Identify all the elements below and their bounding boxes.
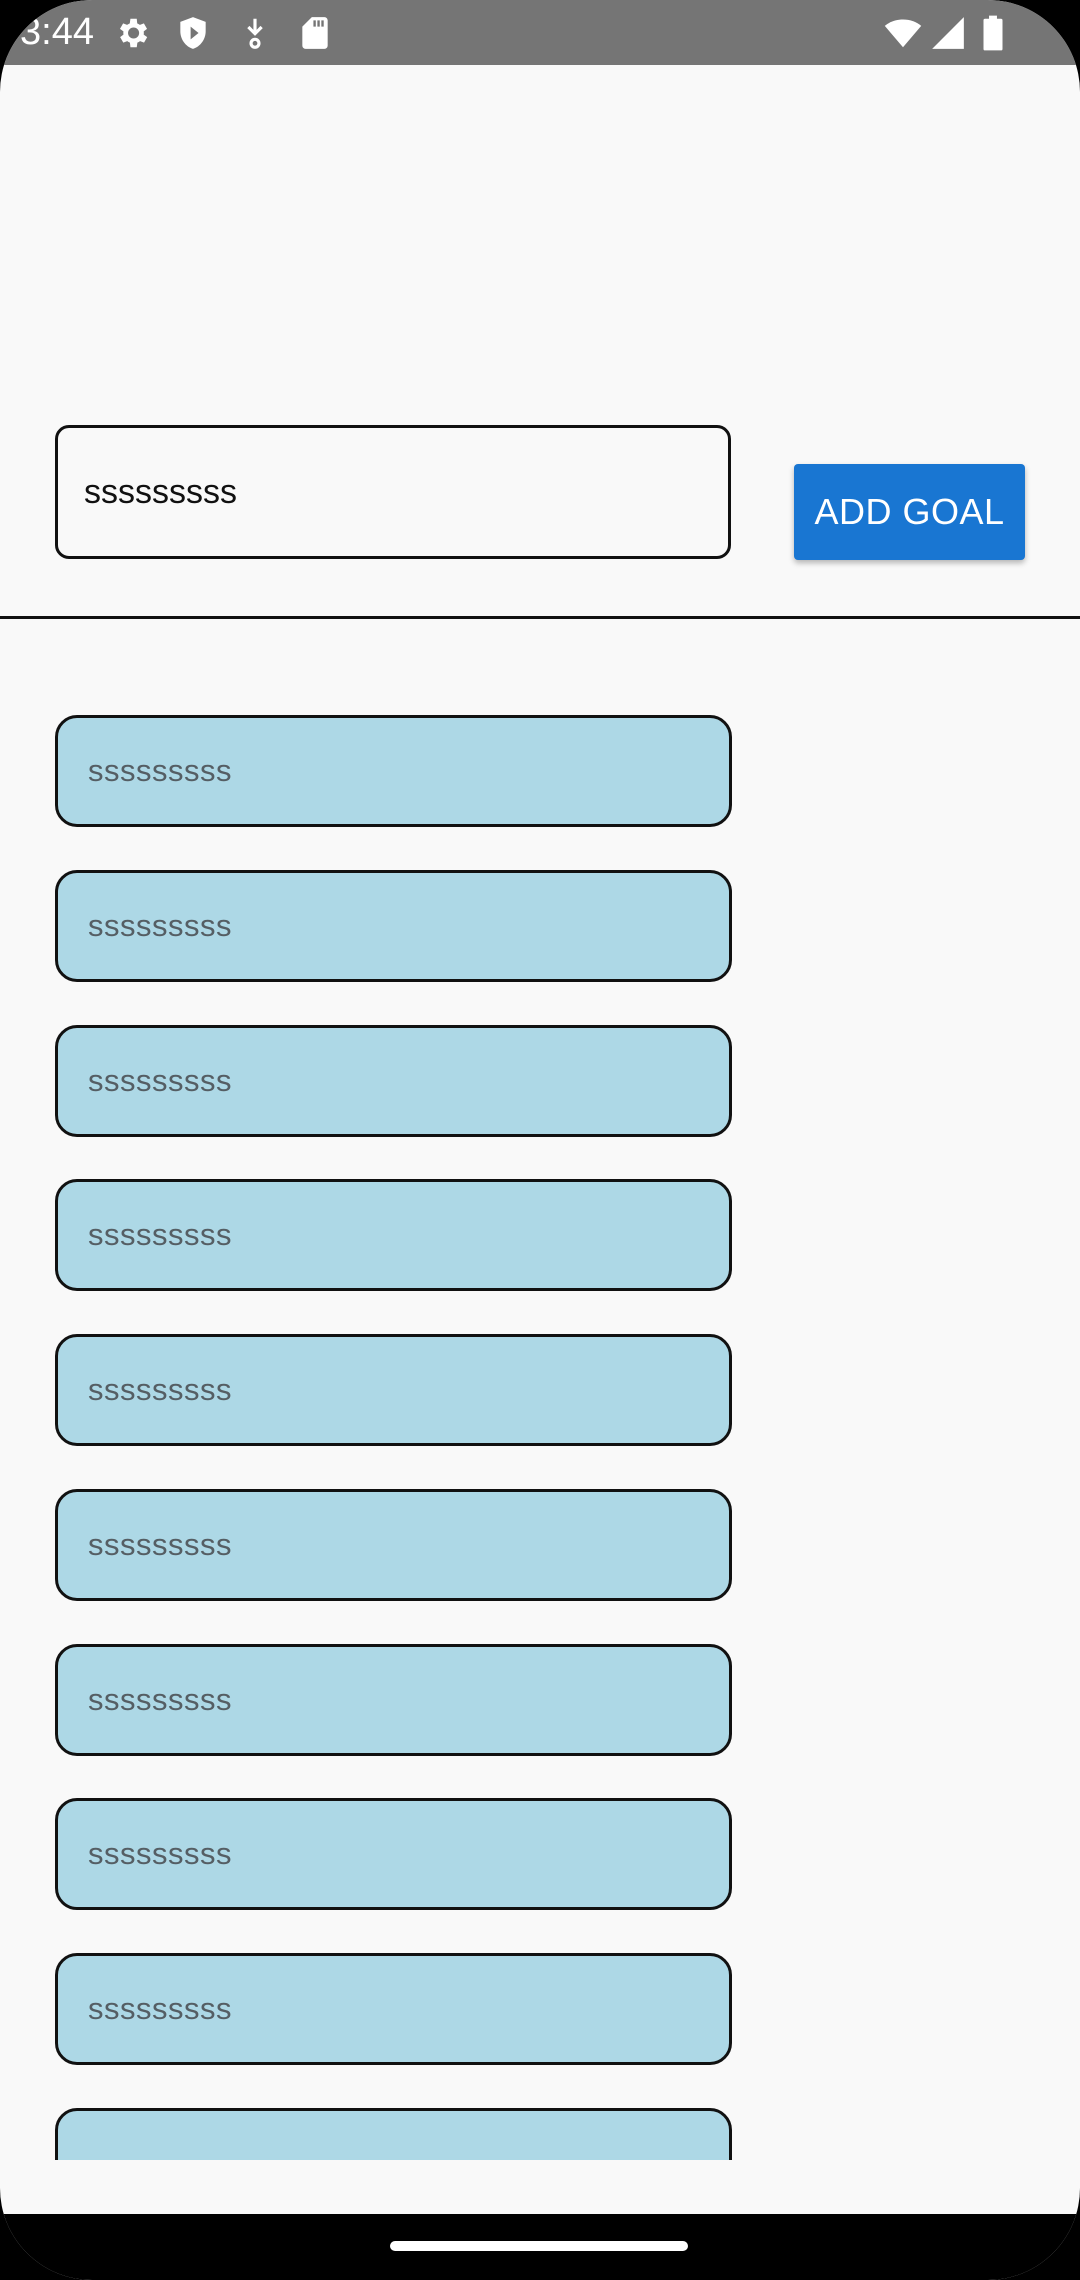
goal-item[interactable]: sssssssss: [55, 715, 732, 827]
download-icon: [236, 14, 274, 52]
goal-item[interactable]: [55, 2108, 732, 2160]
divider: [0, 616, 1080, 619]
goal-item[interactable]: sssssssss: [55, 1025, 732, 1137]
app-screen: 3:44 ADD GOAL sssssssss sssss: [0, 0, 1080, 2280]
gear-icon: [113, 14, 151, 52]
shield-icon: [174, 14, 212, 52]
goal-item[interactable]: sssssssss: [55, 1489, 732, 1601]
goal-list[interactable]: sssssssss sssssssss sssssssss sssssssss …: [0, 700, 1080, 2160]
goal-item[interactable]: sssssssss: [55, 1179, 732, 1291]
wifi-icon: [882, 14, 924, 52]
goal-item[interactable]: sssssssss: [55, 1953, 732, 2065]
battery-icon: [978, 14, 1008, 52]
goal-item-text: sssssssss: [88, 753, 232, 788]
goal-item-text: sssssssss: [88, 908, 232, 943]
goal-item-text: sssssssss: [88, 1372, 232, 1407]
signal-icon: [928, 14, 968, 52]
goal-item-text: sssssssss: [88, 1682, 232, 1717]
home-indicator[interactable]: [390, 2241, 688, 2251]
sd-card-icon: [296, 14, 334, 52]
goal-item-text: sssssssss: [88, 1836, 232, 1871]
goal-item-text: sssssssss: [88, 1527, 232, 1562]
goal-item-text: sssssssss: [88, 1217, 232, 1252]
goal-item[interactable]: sssssssss: [55, 1798, 732, 1910]
status-bar: 3:44: [0, 0, 1080, 65]
goal-item[interactable]: sssssssss: [55, 1334, 732, 1446]
add-goal-button[interactable]: ADD GOAL: [794, 464, 1025, 560]
goal-item-text: sssssssss: [88, 1991, 232, 2026]
goal-item[interactable]: sssssssss: [55, 1644, 732, 1756]
goal-item[interactable]: sssssssss: [55, 870, 732, 982]
goal-input[interactable]: [55, 425, 731, 559]
status-time: 3:44: [20, 11, 94, 53]
goal-item-text: sssssssss: [88, 1063, 232, 1098]
